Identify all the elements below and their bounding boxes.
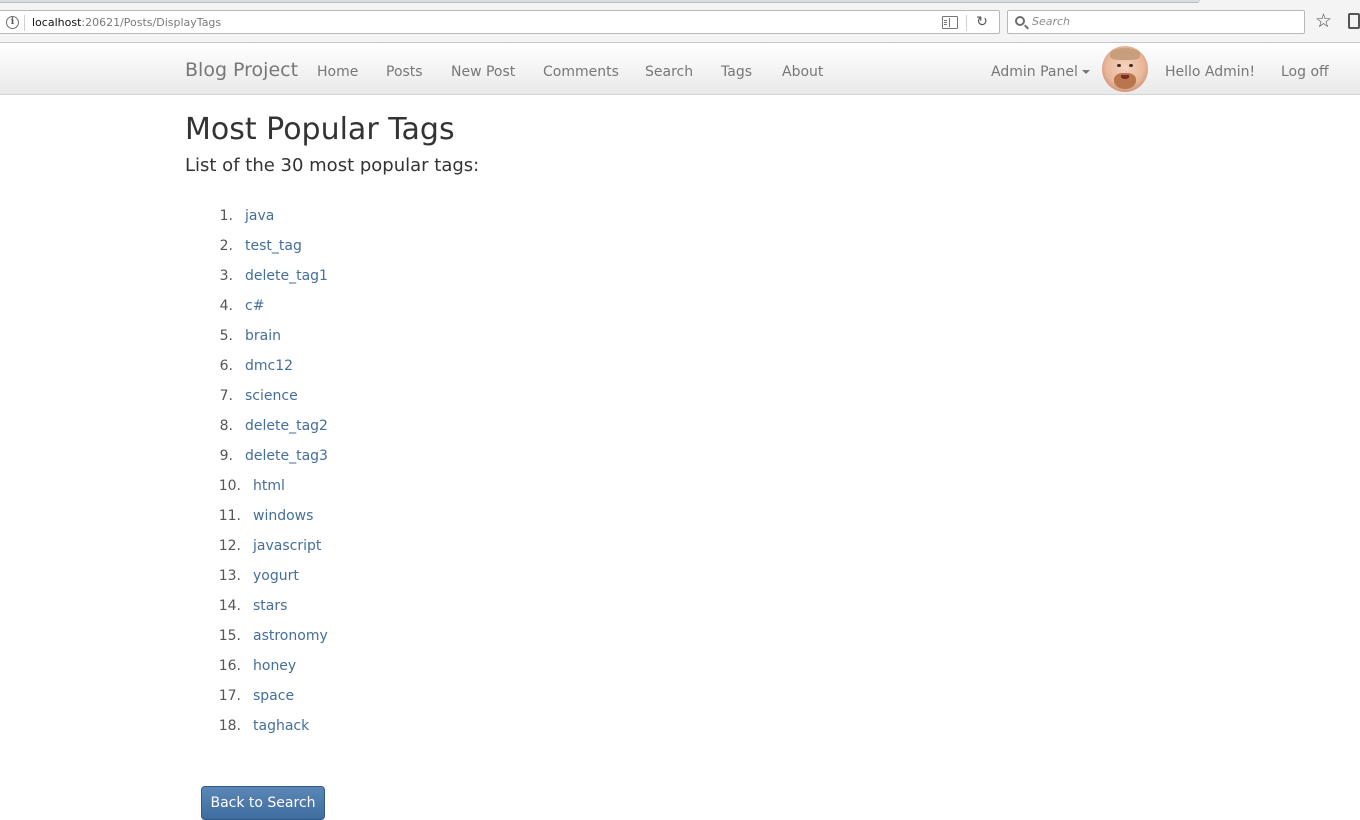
reader-view-icon[interactable] [942, 16, 958, 29]
page-title: Most Popular Tags [185, 112, 455, 147]
info-icon[interactable]: i [6, 16, 19, 29]
tag-link[interactable]: delete_tag2 [245, 413, 328, 439]
logoff-link[interactable]: Log off [1281, 63, 1329, 81]
url-path: :20621/Posts/DisplayTags [81, 16, 222, 29]
tab-strip [0, 0, 1200, 3]
tag-number: 7. [219, 388, 233, 404]
nav-posts[interactable]: Posts [386, 63, 423, 81]
tag-link[interactable]: dmc12 [245, 353, 293, 379]
nav-new-post[interactable]: New Post [451, 63, 515, 81]
tag-link[interactable]: html [253, 473, 285, 499]
tag-number: 9. [219, 448, 233, 464]
tag-number: 2. [219, 238, 233, 254]
url-text[interactable]: localhost:20621/Posts/DisplayTags [32, 16, 221, 30]
tag-link[interactable]: astronomy [253, 623, 328, 649]
page-subtitle: List of the 30 most popular tags: [185, 155, 480, 176]
tag-number: 13. [218, 568, 241, 584]
tag-link[interactable]: science [245, 383, 298, 409]
tag-number: 15. [218, 628, 241, 644]
reload-icon[interactable]: ↻ [974, 14, 990, 30]
tag-link[interactable]: test_tag [245, 233, 302, 259]
address-bar[interactable]: i localhost:20621/Posts/DisplayTags ↻ [0, 10, 1000, 34]
url-host: localhost [32, 16, 82, 29]
tag-number: 8. [219, 418, 233, 434]
nav-search[interactable]: Search [645, 63, 693, 81]
admin-panel-dropdown[interactable]: Admin Panel [991, 63, 1090, 81]
caret-down-icon [1081, 70, 1090, 74]
avatar[interactable] [1102, 46, 1148, 92]
tag-link[interactable]: delete_tag1 [245, 263, 328, 289]
tag-number: 18. [218, 718, 241, 734]
address-separator [24, 15, 25, 31]
tag-link[interactable]: brain [245, 323, 281, 349]
brand-link[interactable]: Blog Project [185, 59, 298, 81]
tag-link[interactable]: yogurt [253, 563, 299, 589]
tag-link[interactable]: windows [253, 503, 313, 529]
search-icon [1015, 16, 1025, 26]
tag-link[interactable]: taghack [253, 713, 309, 739]
tag-number: 5. [219, 328, 233, 344]
tag-number: 12. [218, 538, 241, 554]
browser-toolbar: i localhost:20621/Posts/DisplayTags ↻ ☆ [0, 0, 1360, 43]
site-navbar: Blog Project Home Posts New Post Comment… [0, 44, 1360, 95]
greeting-link[interactable]: Hello Admin! [1165, 63, 1255, 81]
nav-about[interactable]: About [782, 63, 823, 81]
admin-panel-label: Admin Panel [991, 64, 1078, 80]
tag-link[interactable]: honey [253, 653, 296, 679]
nav-tags[interactable]: Tags [721, 63, 752, 81]
nav-home[interactable]: Home [317, 63, 358, 81]
tag-number: 16. [218, 658, 241, 674]
tag-link[interactable]: c# [245, 293, 264, 319]
tag-link[interactable]: java [245, 203, 274, 229]
address-separator [966, 15, 967, 31]
tag-number: 10. [218, 478, 241, 494]
tag-number: 4. [219, 298, 233, 314]
avatar-mouth [1121, 75, 1129, 79]
tag-link[interactable]: stars [253, 593, 287, 619]
tag-number: 17. [218, 688, 241, 704]
tag-link[interactable]: javascript [253, 533, 321, 559]
tag-link[interactable]: space [253, 683, 294, 709]
bookmark-star-icon[interactable]: ☆ [1315, 10, 1332, 32]
tag-number: 1. [219, 208, 233, 224]
tag-number: 6. [219, 358, 233, 374]
library-icon[interactable] [1348, 13, 1360, 29]
tag-number: 11. [218, 508, 241, 524]
avatar-eye [1117, 64, 1121, 67]
avatar-eye [1129, 64, 1133, 67]
avatar-hair [1110, 48, 1140, 60]
tag-number: 3. [219, 268, 233, 284]
browser-search-input[interactable] [1032, 14, 1292, 30]
nav-comments[interactable]: Comments [543, 63, 619, 81]
tag-number: 14. [218, 598, 241, 614]
tag-link[interactable]: delete_tag3 [245, 443, 328, 469]
browser-search-box[interactable] [1007, 10, 1305, 34]
back-to-search-button[interactable]: Back to Search [201, 786, 325, 820]
